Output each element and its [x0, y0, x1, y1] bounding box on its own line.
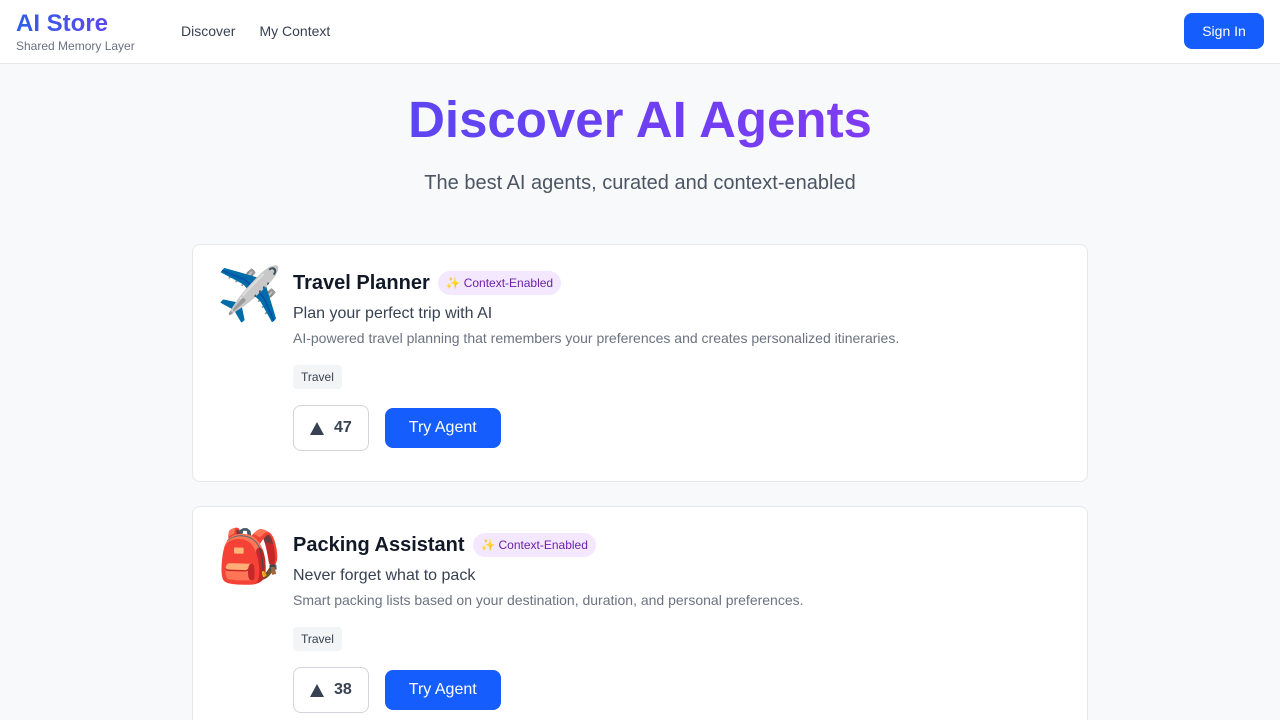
try-agent-button[interactable]: Try Agent	[384, 408, 501, 448]
context-enabled-badge: ✨ Context-Enabled	[472, 533, 596, 557]
brand-logo[interactable]: AI Store Shared Memory Layer	[16, 10, 135, 53]
page-title: Discover AI Agents	[0, 88, 1280, 152]
sparkles-icon: ✨	[480, 538, 496, 552]
badge-label: Context-Enabled	[498, 538, 588, 552]
agent-actions: 38 Try Agent	[293, 667, 1063, 713]
category-tag: Travel	[293, 627, 342, 651]
agent-tagline: Plan your perfect trip with AI	[293, 305, 493, 322]
agent-tagline: Never forget what to pack	[293, 567, 476, 584]
brand-subtitle: Shared Memory Layer	[16, 39, 135, 53]
agent-card-body: Packing Assistant ✨ Context-Enabled Neve…	[293, 531, 1063, 713]
upvote-count: 47	[334, 419, 352, 436]
category-tag: Travel	[293, 365, 342, 389]
backpack-icon: 🎒	[217, 528, 282, 586]
nav-link-discover[interactable]: Discover	[181, 21, 235, 41]
agent-card-packing-assistant: 🎒 Packing Assistant ✨ Context-Enabled Ne…	[192, 506, 1088, 720]
upvote-button[interactable]: 47	[293, 405, 369, 451]
airplane-icon: ✈️	[217, 266, 282, 324]
agent-title-row: Travel Planner ✨ Context-Enabled	[293, 269, 1063, 297]
badge-label: Context-Enabled	[463, 276, 554, 290]
main-nav: Discover My Context	[181, 21, 330, 41]
try-agent-button[interactable]: Try Agent	[384, 670, 501, 710]
sparkles-icon: ✨	[445, 276, 461, 290]
upvote-arrow-icon	[310, 683, 324, 697]
upvote-count: 38	[334, 681, 352, 698]
top-navigation-bar: AI Store Shared Memory Layer Discover My…	[0, 0, 1280, 64]
nav-link-my-context[interactable]: My Context	[259, 21, 330, 41]
sign-in-button[interactable]: Sign In	[1184, 13, 1264, 49]
agent-card-body: Travel Planner ✨ Context-Enabled Plan yo…	[293, 269, 1063, 451]
agent-name[interactable]: Travel Planner	[293, 269, 430, 297]
page-subtitle: The best AI agents, curated and context-…	[424, 172, 856, 194]
agent-actions: 47 Try Agent	[293, 405, 1063, 451]
agent-card-travel-planner: ✈️ Travel Planner ✨ Context-Enabled Plan…	[192, 244, 1088, 482]
page-title-text: Discover AI Agents	[408, 91, 872, 148]
agent-title-row: Packing Assistant ✨ Context-Enabled	[293, 531, 1063, 559]
agent-name[interactable]: Packing Assistant	[293, 531, 465, 559]
agent-description: Smart packing lists based on your destin…	[293, 592, 804, 608]
brand-name: AI Store	[16, 10, 135, 38]
agent-description: AI-powered travel planning that remember…	[293, 330, 900, 346]
upvote-arrow-icon	[310, 421, 324, 435]
context-enabled-badge: ✨ Context-Enabled	[437, 271, 562, 295]
upvote-button[interactable]: 38	[293, 667, 369, 713]
